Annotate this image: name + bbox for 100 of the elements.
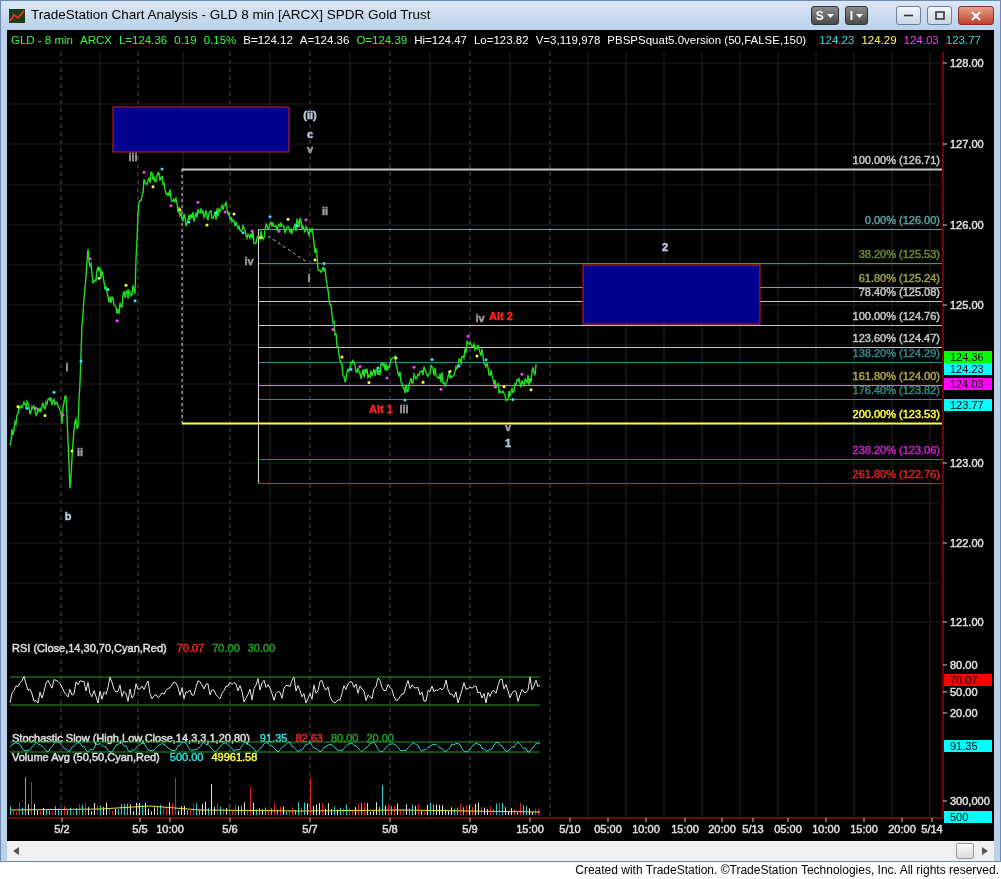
indicator-tag: 70.07 [944, 674, 992, 686]
price-axis-label: 128.00 [950, 57, 984, 69]
time-axis-label: 5/7 [302, 823, 318, 835]
fib-label: 38.20% (125.53) [858, 248, 940, 260]
indicator-axis-label: 50.00 [950, 686, 978, 698]
indicator-value: 80.00 [330, 732, 359, 744]
price-axis-label: 125.00 [950, 299, 984, 311]
maximize-button[interactable] [927, 6, 952, 25]
time-axis-label: 15:00 [671, 823, 699, 835]
window-title: TradeStation Chart Analysis - GLD 8 min [ARCX] SPDR Gold Trust [31, 6, 432, 25]
time-axis-label: 15:00 [850, 823, 878, 835]
time-axis-label: 5/2 [54, 823, 70, 835]
indicator-value: 30.00 [247, 642, 276, 654]
footer-credit: Created with TradeStation. ©TradeStation Technologies, Inc. All rights reserved. [574, 862, 999, 879]
time-axis-label: 10:00 [812, 823, 840, 835]
menu-button[interactable]: I [844, 6, 868, 25]
time-axis-label: 20:00 [888, 823, 916, 835]
fib-label: 100.00% (124.76) [852, 310, 940, 322]
chart-app-icon [9, 8, 25, 23]
wave-label: iv [475, 312, 485, 324]
fib-label: 61.80% (125.24) [858, 272, 940, 284]
indicator-value: 500.00 [169, 751, 204, 763]
quote-field: 124.23 [819, 32, 855, 50]
fib-label: 123.60% (124.47) [852, 332, 940, 344]
quote-field: L=124.36 [118, 32, 168, 50]
wave-label: v [504, 421, 512, 433]
wave-label: b [64, 510, 72, 522]
wave-label: Alt 2 [489, 310, 513, 322]
indicator-value: 70.00 [212, 642, 240, 654]
price-axis-label: 126.00 [950, 219, 984, 231]
wave-label: i [65, 361, 69, 373]
time-axis-label: 10:00 [632, 823, 660, 835]
quote-field: ARCX [80, 32, 112, 50]
fib-label: 200.00% (123.53) [852, 408, 940, 420]
fib-label: 100.00% (126.71) [852, 154, 940, 166]
indicator-value: 91.35 [259, 732, 288, 744]
indicator-value: 70.07 [176, 642, 205, 654]
wave-label: iii [128, 151, 138, 163]
menu-button[interactable]: S [810, 6, 839, 25]
time-axis-label: 5/6 [222, 823, 238, 835]
scroll-left-icon[interactable] [13, 847, 19, 855]
price-tag: 124.03 [944, 378, 992, 390]
quote-field: Hi=124.47 [414, 32, 467, 50]
trend-line [267, 235, 308, 263]
time-axis-label: 15:00 [516, 823, 544, 835]
indicator-axis-label: 20.00 [950, 707, 978, 719]
fib-label: 176.40% (123.82) [852, 384, 940, 396]
fib-label: 0.00% (126.00) [864, 214, 940, 226]
fib-label: 78.40% (125.08) [858, 286, 940, 298]
indicator-tag: 91.35 [944, 740, 992, 752]
close-icon [971, 10, 981, 21]
price-tag: 123.77 [944, 399, 992, 411]
fib-label: 238.20% (123.06) [852, 444, 940, 456]
caret-icon [856, 13, 863, 18]
indicator-axis-label: 300,000 [950, 795, 990, 807]
indicator-title: Volume Avg (50,50,Cyan,Red) [12, 751, 160, 763]
wave-label: i [307, 272, 311, 284]
quote-field: Lo=123.82 [473, 32, 529, 50]
time-axis-label: 5/5 [132, 823, 148, 835]
quote-field: GLD - 8 min [11, 32, 73, 50]
quote-field: 0.19 [174, 32, 197, 50]
price-axis-label: 127.00 [950, 138, 984, 150]
fib-label: 261.80% (122.76) [852, 468, 940, 480]
wave-label: (ii) [303, 109, 317, 121]
quote-field: 124.29 [861, 32, 897, 50]
indicator-title: Stochastic Slow (High,Low,Close,14,3,3,1,20,80) [12, 732, 250, 744]
quote-field: 123.77 [945, 32, 981, 50]
indicator-axis-label: 80.00 [950, 659, 978, 671]
time-axis-label: 05:00 [594, 823, 622, 835]
quote-field: A=124.36 [299, 32, 350, 50]
scroll-thumb[interactable] [956, 843, 974, 859]
indicator-tag: 500 [944, 811, 992, 823]
price-tag: 124.36 [944, 351, 992, 363]
wave-label: c [306, 128, 314, 140]
close-button[interactable] [958, 6, 994, 25]
wave-label: v [306, 143, 314, 155]
quote-field: 124.03 [903, 32, 939, 50]
price-axis-label: 123.00 [950, 457, 984, 469]
maximize-icon [934, 11, 945, 20]
quote-field: PBSPSquat5.0version (50,FALSE,150) [607, 32, 807, 50]
wave-label: iv [244, 255, 254, 267]
wave-label: 1 [504, 437, 512, 449]
quote-field: V=3,119,978 [535, 32, 601, 50]
price-axis-label: 122.00 [950, 537, 984, 549]
scroll-right-icon[interactable] [982, 847, 988, 855]
time-axis-label: 5/8 [382, 823, 398, 835]
fib-label: 138.20% (124.29) [852, 347, 940, 359]
indicator-value: 49961.58 [211, 751, 258, 763]
wave-label: iii [399, 403, 409, 415]
minimize-button[interactable] [896, 6, 921, 25]
wave-label: Alt 1 [369, 403, 393, 415]
wave-label: ii [76, 446, 84, 458]
time-axis-label: 5/13 [742, 823, 764, 835]
time-axis-label: 05:00 [774, 823, 802, 835]
fib-label: 161.80% (124.00) [852, 370, 940, 382]
quote-field: 0.15% [203, 32, 237, 50]
price-tag: 124.23 [944, 363, 992, 375]
minimize-icon [904, 14, 913, 17]
indicator-value: 20.00 [366, 732, 394, 744]
time-axis-label: 5/14 [921, 823, 943, 835]
